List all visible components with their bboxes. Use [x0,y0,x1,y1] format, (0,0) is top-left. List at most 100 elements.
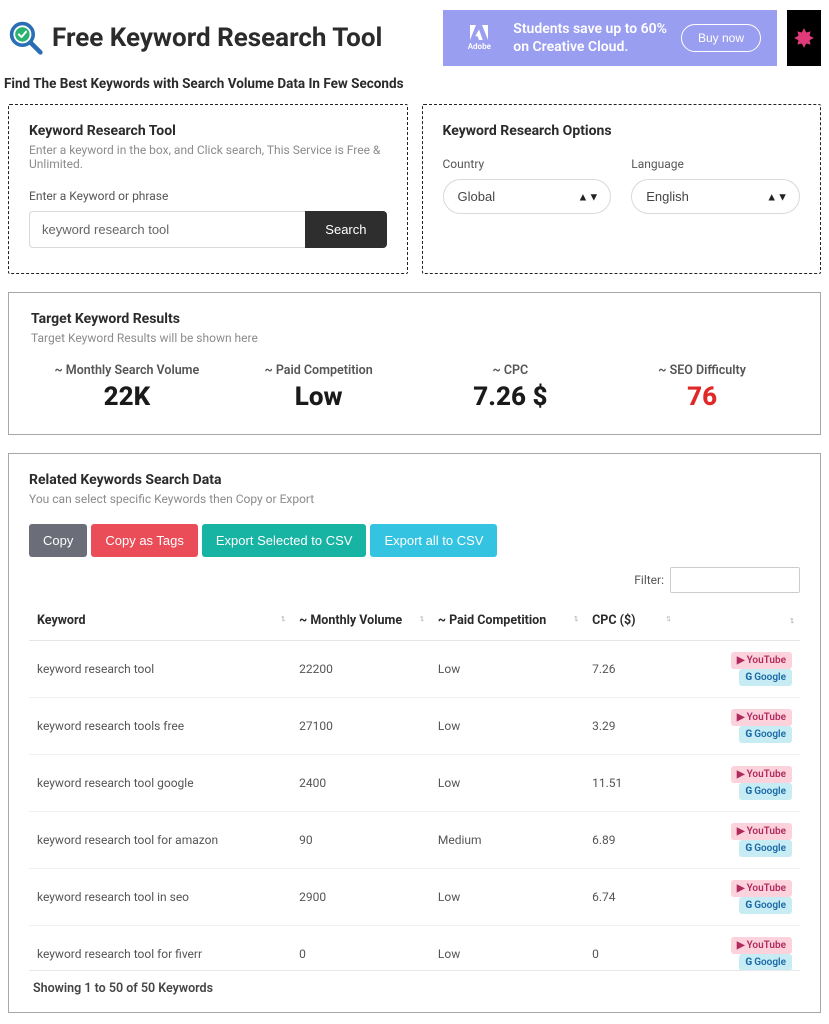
table-cell: 6.89 [584,812,677,869]
table-cell: keyword research tools free [29,698,291,755]
metric: ~ CPC 7.26 $ [415,363,607,412]
table-cell-actions: ▶YouTubeGGoogle [677,698,800,755]
metric-value: Low [223,382,415,412]
google-badge[interactable]: GGoogle [739,669,792,686]
table-cell: keyword research tool for fiverr [29,926,291,972]
keyword-input[interactable] [29,211,305,248]
export-selected-csv-button[interactable]: Export Selected to CSV [202,524,367,557]
keyword-input-label: Enter a Keyword or phrase [29,189,387,203]
column-header[interactable]: CPC ($)↑↓ [584,601,677,641]
metric-label: ~ Monthly Search Volume [31,363,223,378]
table-cell-actions: ▶YouTubeGGoogle [677,812,800,869]
table-cell: Low [430,869,584,926]
filter-label: Filter: [634,573,664,587]
target-results-subtitle: Target Keyword Results will be shown her… [31,331,798,345]
table-cell-actions: ▶YouTubeGGoogle [677,926,800,972]
magnifier-check-icon [8,20,44,56]
export-all-csv-button[interactable]: Export all to CSV [370,524,497,557]
column-header[interactable]: ↑↓ [677,601,800,641]
ad-text: Students save up to 60% on Creative Clou… [513,20,667,56]
page-title: Free Keyword Research Tool [52,23,382,53]
youtube-badge[interactable]: ▶YouTube [731,766,792,783]
sort-icon: ↑↓ [789,615,792,626]
youtube-badge[interactable]: ▶YouTube [731,709,792,726]
filter-input[interactable] [670,567,800,593]
google-badge[interactable]: GGoogle [739,840,792,857]
sort-icon: ↑↓ [280,613,283,624]
table-row[interactable]: keyword research tool for amazon90Medium… [29,812,800,869]
table-cell: 22200 [291,641,430,698]
sort-icon: ↑↓ [573,613,576,624]
table-row[interactable]: keyword research tools free27100Low3.29▶… [29,698,800,755]
table-cell: 0 [584,926,677,972]
country-label: Country [443,157,612,171]
table-cell: keyword research tool in seo [29,869,291,926]
table-cell: 3.29 [584,698,677,755]
youtube-badge[interactable]: ▶YouTube [731,652,792,669]
ad-cta-button[interactable]: Buy now [681,24,761,52]
metric-value: 22K [31,382,223,412]
search-card-subtitle: Enter a keyword in the box, and Click se… [29,143,387,171]
table-cell: 27100 [291,698,430,755]
options-card: Keyword Research Options Country Global … [422,104,822,274]
google-badge[interactable]: GGoogle [739,726,792,743]
column-header[interactable]: Keyword↑↓ [29,601,291,641]
country-select[interactable]: Global [443,179,612,214]
related-subtitle: You can select specific Keywords then Co… [29,492,800,506]
table-cell: 7.26 [584,641,677,698]
language-select[interactable]: English [631,179,800,214]
google-badge[interactable]: GGoogle [739,783,792,800]
metric-value: 76 [606,382,798,412]
table-row[interactable]: keyword research tool for fiverr0Low0▶Yo… [29,926,800,972]
google-badge[interactable]: GGoogle [739,954,792,971]
metric-label: ~ CPC [415,363,607,378]
target-results-card: Target Keyword Results Target Keyword Re… [8,292,821,435]
metric: ~ Paid Competition Low [223,363,415,412]
table-cell: 6.74 [584,869,677,926]
table-cell: Low [430,698,584,755]
table-summary: Showing 1 to 50 of 50 Keywords [29,971,800,998]
youtube-badge[interactable]: ▶YouTube [731,937,792,954]
metric-value: 7.26 $ [415,382,607,412]
ad-banner[interactable]: Adobe Students save up to 60% on Creativ… [443,10,777,66]
adobe-logo-icon: Adobe [459,25,499,51]
page-subtitle: Find The Best Keywords with Search Volum… [0,70,829,104]
related-title: Related Keywords Search Data [29,472,800,488]
table-row[interactable]: keyword research tool22200Low7.26▶YouTub… [29,641,800,698]
metric: ~ Monthly Search Volume 22K [31,363,223,412]
table-cell-actions: ▶YouTubeGGoogle [677,755,800,812]
related-keywords-card: Related Keywords Search Data You can sel… [8,453,821,1013]
table-cell: 2400 [291,755,430,812]
copy-as-tags-button[interactable]: Copy as Tags [91,524,198,557]
table-cell: keyword research tool google [29,755,291,812]
table-cell: 0 [291,926,430,972]
table-cell: keyword research tool for amazon [29,812,291,869]
search-button[interactable]: Search [305,211,386,248]
table-row[interactable]: keyword research tool in seo2900Low6.74▶… [29,869,800,926]
sort-icon: ↑↓ [666,613,669,624]
table-cell-actions: ▶YouTubeGGoogle [677,869,800,926]
search-card-title: Keyword Research Tool [29,123,387,139]
table-cell: 90 [291,812,430,869]
keywords-table: Keyword↑↓~ Monthly Volume↑↓~ Paid Compet… [29,601,800,971]
table-cell: 2900 [291,869,430,926]
table-cell: Low [430,641,584,698]
column-header[interactable]: ~ Paid Competition↑↓ [430,601,584,641]
ad-secondary[interactable] [787,10,821,66]
table-cell-actions: ▶YouTubeGGoogle [677,641,800,698]
youtube-badge[interactable]: ▶YouTube [731,880,792,897]
sort-icon: ↑↓ [419,613,422,624]
google-badge[interactable]: GGoogle [739,897,792,914]
search-card: Keyword Research Tool Enter a keyword in… [8,104,408,274]
language-label: Language [631,157,800,171]
table-cell: 11.51 [584,755,677,812]
target-results-title: Target Keyword Results [31,311,798,327]
youtube-badge[interactable]: ▶YouTube [731,823,792,840]
table-cell: Low [430,926,584,972]
copy-button[interactable]: Copy [29,524,87,557]
table-cell: Low [430,755,584,812]
column-header[interactable]: ~ Monthly Volume↑↓ [291,601,430,641]
table-cell: Medium [430,812,584,869]
metric-label: ~ Paid Competition [223,363,415,378]
table-row[interactable]: keyword research tool google2400Low11.51… [29,755,800,812]
